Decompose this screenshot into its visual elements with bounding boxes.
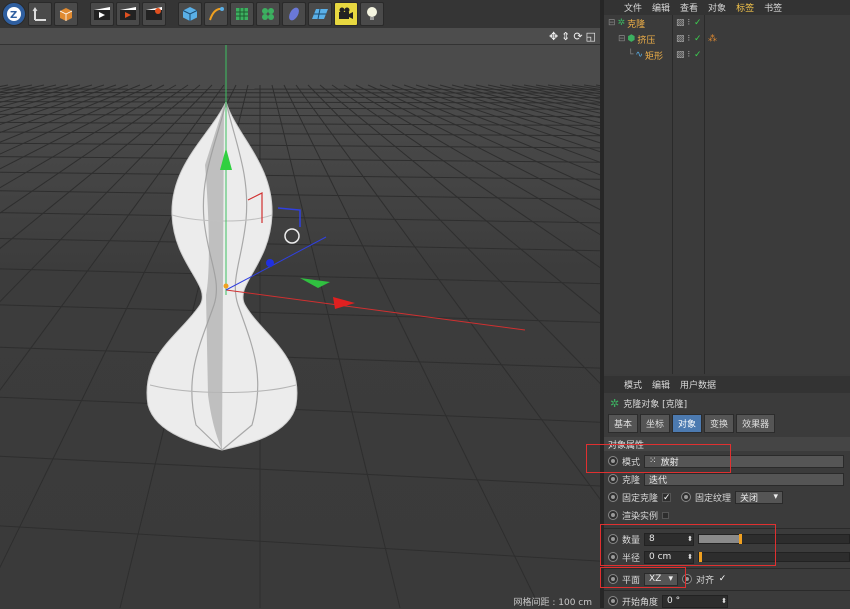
enabled-check-icon[interactable]: ✓ (694, 18, 702, 28)
fix-clone-checkbox[interactable]: ✓ (662, 493, 671, 502)
cloner-icon: ✲ (610, 397, 619, 410)
menu-view[interactable]: 查看 (680, 1, 698, 14)
grid-spacing-label: 网格间距 : 100 cm (513, 595, 592, 608)
menu-edit[interactable]: 编辑 (652, 378, 670, 391)
object-name-extrude[interactable]: 挤压 (637, 33, 655, 46)
object-manager-menubar: 文件 编辑 查看 对象 标签 书签 (604, 0, 850, 15)
visibility-toggle[interactable]: ▨ ⁝ (676, 18, 690, 28)
rotate-view-icon[interactable]: ⟳ (573, 30, 582, 43)
attribute-title: ✲ 克隆对象 [克隆] (604, 395, 850, 412)
object-manager: 文件 编辑 查看 对象 标签 书签 ⊟ ✲ 克隆 ▨ ⁝ ✓ ⊟ ⬢ 挤压 ▨ … (604, 0, 850, 374)
object-row-cloner[interactable]: ⊟ ✲ 克隆 ▨ ⁝ ✓ (604, 15, 850, 31)
start-angle-input[interactable]: 0 ° ⬍ (662, 595, 728, 608)
render-instances-label: 渲染实例 (622, 509, 658, 522)
animate-radio[interactable] (608, 474, 618, 484)
menu-mode[interactable]: 模式 (624, 378, 642, 391)
subdivision-surface-icon[interactable] (230, 2, 254, 26)
start-angle-label: 开始角度 (622, 595, 658, 608)
stepper-icon[interactable]: ⬍ (721, 597, 727, 605)
z-axis-handle (266, 259, 274, 267)
3d-viewport[interactable]: 网格间距 : 100 cm (0, 45, 600, 608)
attribute-tabs: 基本 坐标 对象 变换 效果器 (604, 414, 850, 433)
viewport-scene (0, 45, 600, 608)
start-angle-row: 开始角度 0 ° ⬍ (604, 593, 850, 609)
rotation-handle (285, 229, 299, 243)
object-name-rectangle[interactable]: 矩形 (645, 49, 663, 62)
tab-object[interactable]: 对象 (672, 414, 702, 433)
object-row-extrude[interactable]: ⊟ ⬢ 挤压 ▨ ⁝ ✓ ⁂ (604, 31, 850, 47)
deformer-icon[interactable] (282, 2, 306, 26)
menu-edit[interactable]: 编辑 (652, 1, 670, 14)
render-instances-row: 渲染实例 (604, 507, 850, 523)
cube-object-icon[interactable] (54, 2, 78, 26)
tab-transform[interactable]: 变换 (704, 414, 734, 433)
visibility-toggle[interactable]: ▨ ⁝ (676, 50, 690, 60)
light-icon[interactable] (360, 2, 384, 26)
mograph-cloner-icon[interactable] (256, 2, 280, 26)
floor-grid (0, 85, 600, 608)
zoom-view-icon[interactable]: ⇕ (561, 30, 570, 43)
fix-texture-value: 关闭 (740, 491, 758, 504)
viewport-nav-icons: ✥ ⇕ ⟳ ◱ (549, 30, 596, 43)
menu-object[interactable]: 对象 (708, 1, 726, 14)
floor-icon[interactable] (308, 2, 332, 26)
clone-row: 克隆 迭代 (604, 471, 850, 487)
svg-text:Z: Z (10, 10, 17, 21)
cloner-icon: ✲ (618, 18, 626, 28)
menu-tags[interactable]: 标签 (736, 1, 754, 14)
tab-basic[interactable]: 基本 (608, 414, 638, 433)
render-settings-icon[interactable] (142, 2, 166, 26)
render-instances-checkbox[interactable] (662, 512, 669, 519)
extrude-icon: ⬢ (628, 34, 636, 44)
animate-radio[interactable] (608, 510, 618, 520)
object-pivot (224, 284, 229, 289)
enabled-check-icon[interactable]: ✓ (694, 50, 702, 60)
fix-clone-label: 固定克隆 (622, 491, 658, 504)
axis-icon[interactable] (28, 2, 52, 26)
green-handle (300, 278, 330, 288)
animate-radio[interactable] (608, 492, 618, 502)
render-picture-viewer-icon[interactable] (116, 2, 140, 26)
enabled-check-icon[interactable]: ✓ (694, 34, 702, 44)
clone-value: 迭代 (649, 473, 667, 486)
fix-row: 固定克隆 ✓ 固定纹理 关闭 ▾ (604, 489, 850, 505)
align-label: 对齐 (696, 573, 714, 586)
highlight-box-count-radius (600, 524, 776, 566)
toggle-view-icon[interactable]: ◱ (586, 30, 596, 43)
object-title: 克隆对象 [克隆] (623, 397, 687, 410)
attribute-manager-menubar: 模式 编辑 用户数据 (604, 376, 850, 393)
cinema4d-logo-icon[interactable]: Z (2, 2, 26, 26)
x-axis-line (226, 290, 525, 330)
highlight-box-mode (586, 444, 731, 473)
clone-label: 克隆 (622, 473, 640, 486)
fix-texture-label: 固定纹理 (695, 491, 731, 504)
align-checkbox[interactable]: ✓ (718, 575, 727, 584)
main-toolbar: Z (0, 0, 600, 28)
tab-effectors[interactable]: 效果器 (736, 414, 775, 433)
animate-radio[interactable] (608, 596, 618, 606)
chevron-down-icon: ▾ (774, 492, 779, 502)
visibility-toggle[interactable]: ▨ ⁝ (676, 34, 690, 44)
attribute-manager: 模式 编辑 用户数据 ✲ 克隆对象 [克隆] 基本 坐标 对象 变换 效果器 对… (604, 376, 850, 608)
menu-file[interactable]: 文件 (624, 1, 642, 14)
fix-texture-dropdown[interactable]: 关闭 ▾ (735, 491, 783, 504)
tab-coord[interactable]: 坐标 (640, 414, 670, 433)
tag-icon[interactable]: ⁂ (708, 34, 717, 44)
move-view-icon[interactable]: ✥ (549, 30, 558, 43)
highlight-box-plane (600, 567, 686, 588)
animate-radio[interactable] (681, 492, 691, 502)
clone-dropdown[interactable]: 迭代 (644, 473, 844, 486)
menu-bookmarks[interactable]: 书签 (764, 1, 782, 14)
spline-icon: ∿ (635, 50, 643, 60)
menu-user-data[interactable]: 用户数据 (680, 378, 716, 391)
primitive-cube-icon[interactable] (178, 2, 202, 26)
viewport-header: ✥ ⇕ ⟳ ◱ (0, 28, 600, 45)
camera-icon[interactable] (334, 2, 358, 26)
object-name-cloner[interactable]: 克隆 (627, 17, 645, 30)
render-view-icon[interactable] (90, 2, 114, 26)
object-row-rectangle[interactable]: └ ∿ 矩形 ▨ ⁝ ✓ (604, 47, 850, 63)
pen-spline-icon[interactable] (204, 2, 228, 26)
